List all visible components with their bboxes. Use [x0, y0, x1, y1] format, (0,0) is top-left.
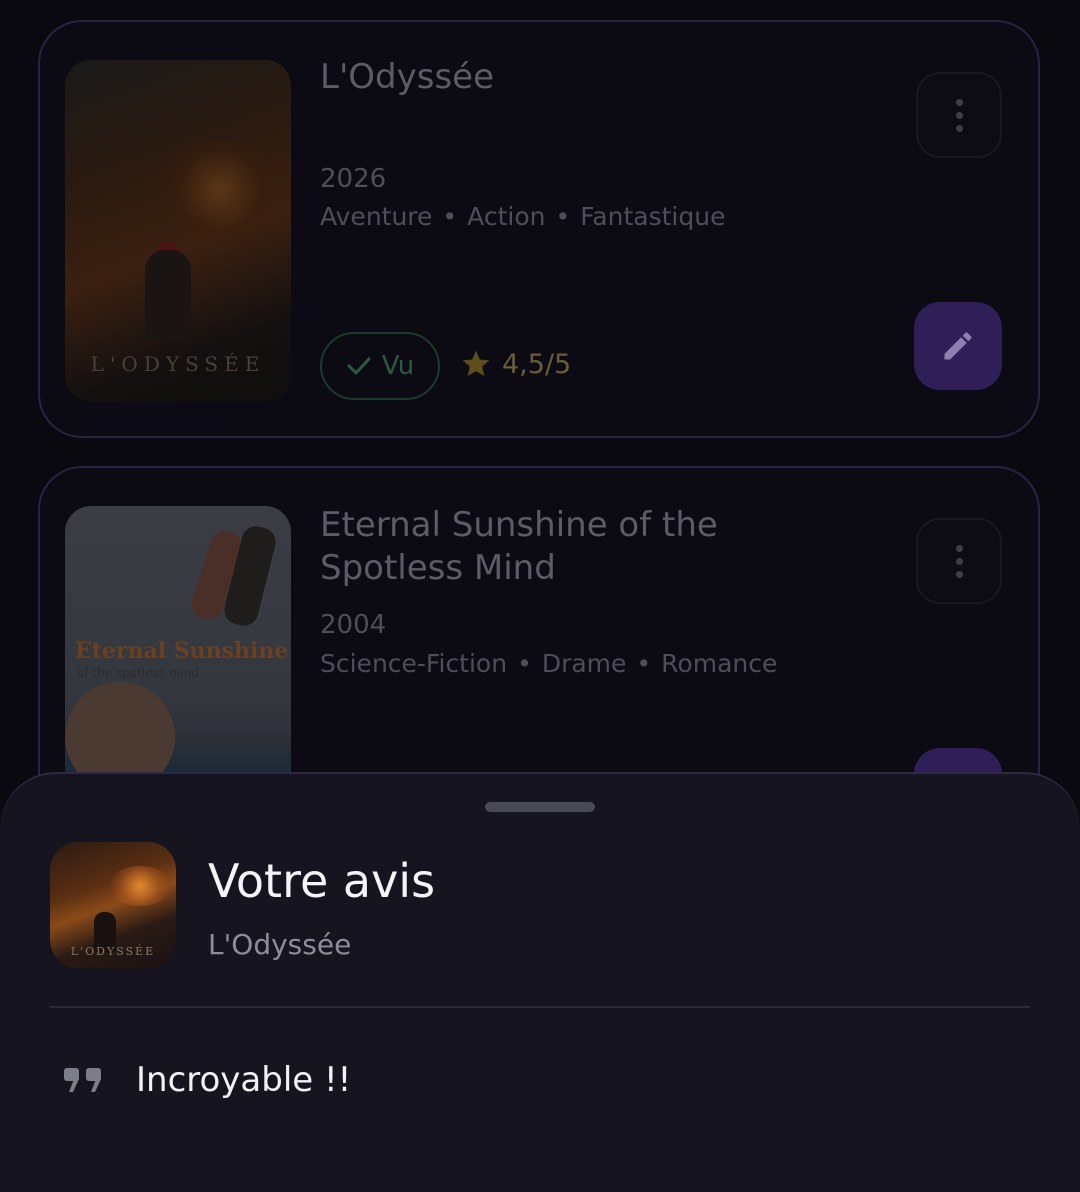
movie-poster: L'ODYSSÉE	[65, 60, 291, 402]
more-vertical-icon	[955, 544, 963, 552]
sheet-title: Votre avis	[208, 854, 436, 908]
movie-thumbnail: L'ODYSSÉE	[50, 842, 176, 968]
poster-title-text: Eternal Sunshine	[75, 638, 289, 664]
more-options-button[interactable]	[916, 72, 1002, 158]
check-icon	[347, 357, 371, 375]
movie-year: 2004	[320, 610, 387, 640]
thumbnail-title-text: L'ODYSSÉE	[70, 945, 156, 958]
genre-tag: Fantastique	[580, 202, 726, 231]
review-text: Incroyable !!	[136, 1060, 352, 1100]
seen-status-badge[interactable]: Vu	[320, 332, 440, 400]
genre-tag: Aventure	[320, 202, 433, 231]
poster-title-text: L'ODYSSÉE	[90, 352, 266, 376]
movie-genres: Aventure • Action • Fantastique	[320, 202, 726, 231]
rating-value: 4,5/5	[502, 348, 572, 380]
quote-icon	[64, 1068, 101, 1092]
poster-subtitle-text: of the spotless mind	[77, 666, 200, 680]
drag-handle[interactable]	[485, 802, 595, 812]
genre-tag: Romance	[661, 649, 778, 678]
sheet-movie-title: L'Odyssée	[208, 928, 352, 961]
genre-tag: Drame	[541, 649, 627, 678]
status-label: Vu	[381, 351, 415, 381]
movie-rating: 4,5/5	[460, 348, 571, 380]
star-icon	[462, 350, 490, 376]
divider	[50, 1006, 1030, 1008]
review-bottom-sheet: L'ODYSSÉE Votre avis L'Odyssée Incroyabl…	[0, 772, 1080, 1192]
movie-year: 2026	[320, 164, 387, 194]
more-vertical-icon	[955, 98, 963, 106]
pencil-icon	[944, 332, 972, 360]
movie-card[interactable]: L'ODYSSÉE L'Odyssée 2026 Aventure • Action…	[38, 20, 1040, 438]
edit-review-button[interactable]	[914, 302, 1002, 390]
genre-tag: Action	[467, 202, 546, 231]
movie-title: L'Odyssée	[320, 57, 495, 97]
movie-title: Eternal Sunshine of the Spotless Mind	[320, 505, 718, 588]
movie-genres: Science-Fiction • Drame • Romance	[320, 649, 778, 678]
more-options-button[interactable]	[916, 518, 1002, 604]
genre-tag: Science-Fiction	[320, 649, 508, 678]
